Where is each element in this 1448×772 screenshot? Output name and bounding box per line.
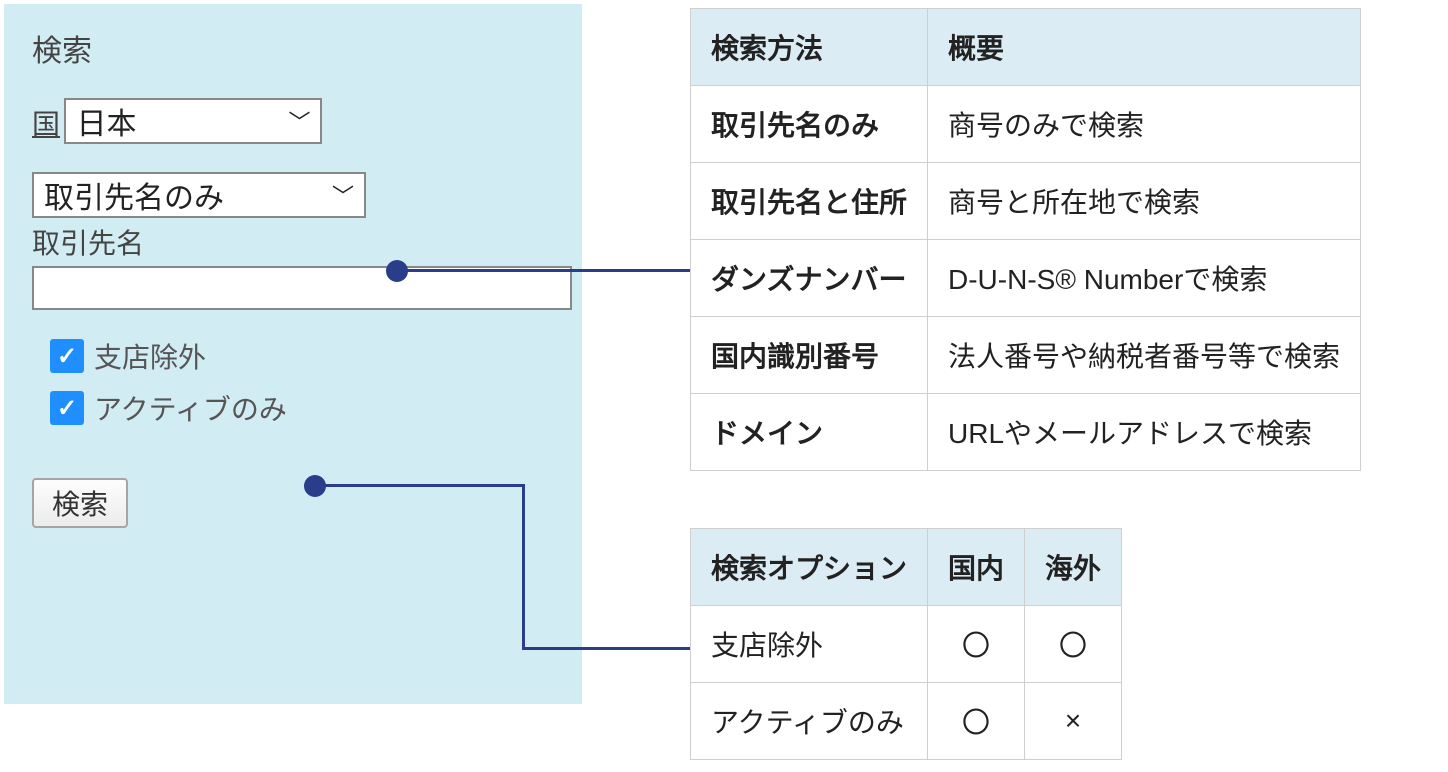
connector-line [397, 269, 690, 272]
table-row: 支店除外 〇 〇 [691, 606, 1122, 683]
table-row: ダンズナンバー D-U-N-S® Numberで検索 [691, 240, 1361, 317]
header-domestic: 国内 [928, 529, 1025, 606]
table-row: アクティブのみ 〇 × [691, 683, 1122, 760]
cell-method: ダンズナンバー [691, 240, 928, 317]
cell-desc: D-U-N-S® Numberで検索 [928, 240, 1361, 317]
connector-line [315, 484, 525, 487]
cell-overseas: 〇 [1025, 606, 1122, 683]
checkmark-icon: ✓ [57, 394, 77, 423]
cell-desc: 商号と所在地で検索 [928, 163, 1361, 240]
cell-desc: URLやメールアドレスで検索 [928, 394, 1361, 471]
chevron-down-icon: ﹀ [288, 105, 310, 137]
cell-method: ドメイン [691, 394, 928, 471]
cell-desc: 法人番号や納税者番号等で検索 [928, 317, 1361, 394]
header-desc: 概要 [928, 9, 1361, 86]
exclude-branch-label: 支店除外 [94, 336, 206, 376]
header-overseas: 海外 [1025, 529, 1122, 606]
country-label: 国 [32, 103, 60, 143]
header-option: 検索オプション [691, 529, 928, 606]
table-row: 取引先名のみ 商号のみで検索 [691, 86, 1361, 163]
cell-option: 支店除外 [691, 606, 928, 683]
name-label: 取引先名 [32, 222, 554, 262]
table-header-row: 検索オプション 国内 海外 [691, 529, 1122, 606]
search-option-table: 検索オプション 国内 海外 支店除外 〇 〇 アクティブのみ 〇 × [690, 528, 1122, 760]
active-only-checkbox[interactable]: ✓ [50, 391, 84, 425]
partner-name-input[interactable] [32, 266, 572, 310]
cell-desc: 商号のみで検索 [928, 86, 1361, 163]
exclude-branch-row: ✓ 支店除外 [50, 336, 554, 376]
country-select[interactable]: 日本 ﹀ [64, 98, 322, 144]
cell-overseas: × [1025, 683, 1122, 760]
cell-method: 取引先名と住所 [691, 163, 928, 240]
chevron-down-icon: ﹀ [332, 179, 354, 211]
search-button[interactable]: 検索 [32, 478, 128, 528]
cell-domestic: 〇 [928, 683, 1025, 760]
cell-method: 国内識別番号 [691, 317, 928, 394]
table-header-row: 検索方法 概要 [691, 9, 1361, 86]
search-panel: 検索 国 日本 ﹀ 取引先名のみ ﹀ 取引先名 ✓ 支店除外 ✓ アクティブのみ… [4, 4, 582, 704]
table-row: 国内識別番号 法人番号や納税者番号等で検索 [691, 317, 1361, 394]
country-value: 日本 [76, 99, 136, 143]
cell-option: アクティブのみ [691, 683, 928, 760]
connector-line [522, 647, 690, 650]
active-only-row: ✓ アクティブのみ [50, 388, 554, 428]
cell-method: 取引先名のみ [691, 86, 928, 163]
checkmark-icon: ✓ [57, 342, 77, 371]
connector-line [522, 484, 525, 650]
active-only-label: アクティブのみ [94, 388, 287, 428]
search-method-value: 取引先名のみ [44, 173, 224, 217]
table-row: ドメイン URLやメールアドレスで検索 [691, 394, 1361, 471]
table-row: 取引先名と住所 商号と所在地で検索 [691, 163, 1361, 240]
header-method: 検索方法 [691, 9, 928, 86]
search-method-table: 検索方法 概要 取引先名のみ 商号のみで検索 取引先名と住所 商号と所在地で検索… [690, 8, 1361, 471]
panel-title: 検索 [32, 26, 554, 70]
cell-domestic: 〇 [928, 606, 1025, 683]
search-method-select[interactable]: 取引先名のみ ﹀ [32, 172, 366, 218]
exclude-branch-checkbox[interactable]: ✓ [50, 339, 84, 373]
